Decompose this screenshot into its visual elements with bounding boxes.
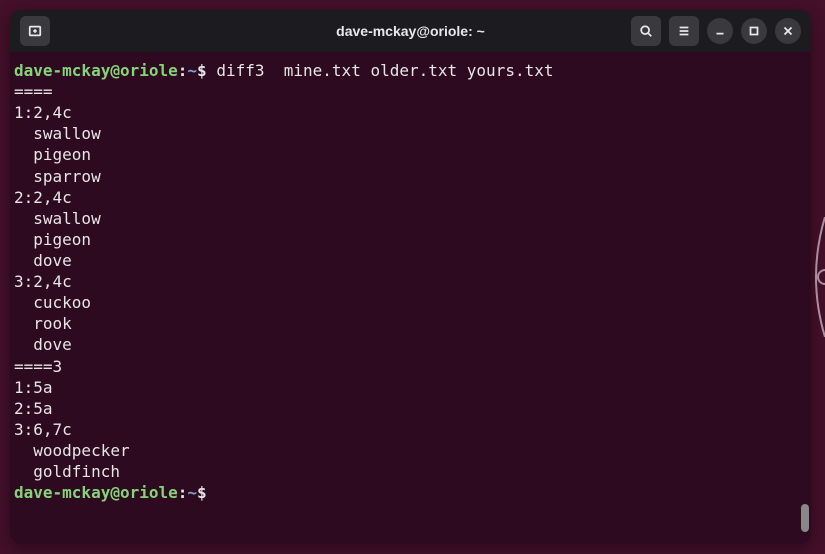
output-line: swallow [14, 208, 807, 229]
titlebar: dave-mckay@oriole: ~ [10, 10, 811, 52]
terminal-content[interactable]: dave-mckay@oriole:~$ diff3 mine.txt olde… [10, 52, 811, 544]
prompt-path: ~ [187, 483, 197, 502]
search-icon [639, 24, 653, 38]
minimize-icon [713, 24, 727, 38]
hamburger-icon [677, 24, 691, 38]
close-button[interactable] [775, 18, 801, 44]
output-line: 1:2,4c [14, 102, 807, 123]
output-line: pigeon [14, 229, 807, 250]
maximize-icon [747, 24, 761, 38]
prompt-colon: : [178, 61, 188, 80]
prompt-dollar: $ [197, 61, 207, 80]
command-1: diff3 mine.txt older.txt yours.txt [216, 61, 553, 80]
output-line: dove [14, 250, 807, 271]
prompt-user-host: dave-mckay@oriole [14, 483, 178, 502]
output-line: rook [14, 313, 807, 334]
output-line: 1:5a [14, 377, 807, 398]
maximize-button[interactable] [741, 18, 767, 44]
edge-indicator [805, 217, 825, 337]
prompt-line-2: dave-mckay@oriole:~$ [14, 482, 807, 503]
output-line: 2:5a [14, 398, 807, 419]
output-line: cuckoo [14, 292, 807, 313]
menu-button[interactable] [669, 16, 699, 46]
prompt-colon: : [178, 483, 188, 502]
close-icon [781, 24, 795, 38]
new-tab-button[interactable] [20, 16, 50, 46]
output-line: 3:2,4c [14, 271, 807, 292]
output-line: goldfinch [14, 461, 807, 482]
output-line: 3:6,7c [14, 419, 807, 440]
prompt-dollar: $ [197, 483, 207, 502]
output-line: ====3 [14, 356, 807, 377]
output-line: dove [14, 334, 807, 355]
output-line: sparrow [14, 166, 807, 187]
window-title: dave-mckay@oriole: ~ [336, 23, 485, 39]
prompt-user-host: dave-mckay@oriole [14, 61, 178, 80]
output-line: ==== [14, 81, 807, 102]
edge-arc-icon [805, 217, 825, 337]
prompt-path: ~ [187, 61, 197, 80]
search-button[interactable] [631, 16, 661, 46]
output-line: swallow [14, 123, 807, 144]
output-line: pigeon [14, 144, 807, 165]
new-tab-icon [28, 24, 42, 38]
terminal-window: dave-mckay@oriole: ~ [10, 10, 811, 544]
prompt-line-1: dave-mckay@oriole:~$ diff3 mine.txt olde… [14, 60, 807, 81]
output-line: 2:2,4c [14, 187, 807, 208]
output-line: woodpecker [14, 440, 807, 461]
scrollbar-thumb[interactable] [801, 504, 809, 532]
minimize-button[interactable] [707, 18, 733, 44]
